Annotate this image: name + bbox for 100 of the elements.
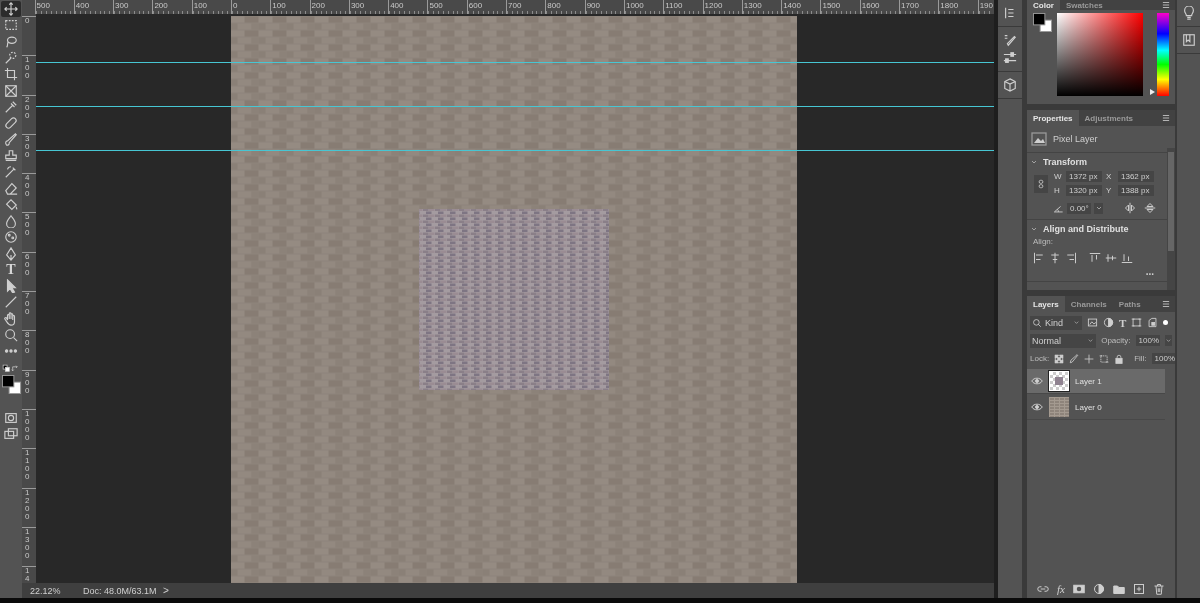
ruler-number: 800 [546, 1, 561, 11]
type-tool[interactable]: T [1, 261, 21, 279]
ruler-number: 1400 [782, 1, 801, 11]
ruler-number: 14 [25, 567, 30, 583]
angle-dropdown[interactable] [1094, 202, 1103, 214]
scrollbar-thumb[interactable] [1168, 152, 1174, 252]
dimension-field[interactable]: 1372 px [1066, 171, 1102, 182]
brush-settings-icon[interactable] [1003, 33, 1017, 47]
chevron-down-icon[interactable] [1030, 225, 1038, 233]
align-icon[interactable] [1033, 252, 1045, 264]
panel-menu-icon[interactable] [1161, 113, 1171, 123]
ruler-number: 1000 [624, 1, 644, 11]
layer-row[interactable]: Layer 1 [1027, 369, 1165, 394]
panel-tab[interactable]: Properties [1027, 110, 1079, 126]
type-filter-button[interactable]: T [1119, 316, 1127, 329]
ruler-number: 1300 [742, 1, 762, 11]
eye-icon[interactable] [1031, 401, 1043, 413]
move-lock-icon[interactable] [1084, 353, 1095, 364]
link-button[interactable] [1034, 174, 1048, 193]
opacity-field[interactable]: 100% [1135, 335, 1160, 346]
library-icon[interactable] [1181, 33, 1196, 47]
ruler-number: 1500 [821, 1, 841, 11]
ruler-number: 400 [25, 174, 30, 199]
fill-label: Fill: [1134, 354, 1147, 363]
panel-menu-icon[interactable] [1161, 299, 1171, 309]
more-options-button[interactable]: ... [1145, 268, 1154, 276]
ruler-number: 600 [467, 1, 483, 11]
align-label: Align: [1032, 236, 1054, 248]
link-icon[interactable] [1037, 583, 1049, 595]
align-icon[interactable] [1105, 252, 1117, 264]
mask-icon [4, 410, 18, 425]
ruler-number: 700 [507, 1, 522, 11]
checker-lock-icon[interactable] [1054, 353, 1065, 364]
ruler-number: 200 [153, 1, 168, 11]
new-layer-icon[interactable] [1132, 583, 1145, 595]
brush-lock-icon[interactable] [1069, 353, 1080, 364]
panel-tab[interactable]: Paths [1112, 296, 1147, 312]
move-tool[interactable] [1, 1, 21, 18]
pointer-icon [4, 279, 18, 294]
filter-dropdown[interactable]: Kind [1030, 315, 1082, 330]
panel-tab[interactable]: Swatches [1059, 0, 1109, 10]
layer-thumbnail [1049, 397, 1069, 417]
align-icon[interactable] [1065, 252, 1077, 264]
panel-tab[interactable]: Color [1027, 0, 1060, 10]
line-icon [4, 295, 18, 310]
trash-icon[interactable] [1152, 583, 1165, 595]
lock-icon[interactable] [1114, 353, 1125, 364]
stamp-icon [4, 148, 18, 163]
align-icon[interactable] [1089, 252, 1101, 264]
ruler-number: 100 [25, 56, 30, 81]
mask-icon[interactable] [1072, 583, 1085, 595]
ruler-number: 190 [978, 1, 993, 11]
align-icon[interactable] [1049, 252, 1061, 264]
hue-slider-thumb[interactable] [1150, 89, 1155, 95]
folder-icon[interactable] [1112, 583, 1125, 595]
artboard-lock-icon[interactable] [1099, 353, 1110, 364]
image-filter-icon[interactable] [1087, 317, 1098, 328]
default-colors-icon[interactable] [2, 363, 11, 373]
dimension-field[interactable]: 1388 px [1118, 185, 1154, 196]
layer-row[interactable]: Layer 0 [1027, 395, 1165, 420]
cube-icon[interactable] [1003, 78, 1017, 92]
half-circle-icon[interactable] [1092, 583, 1105, 595]
flip-vertical-icon[interactable] [1144, 202, 1156, 214]
filter-toggle[interactable] [1163, 320, 1169, 325]
color-spectrum[interactable] [1057, 13, 1143, 96]
ruler-number: 700 [25, 292, 30, 317]
panel-tab[interactable]: Layers [1027, 296, 1065, 312]
panel-tab[interactable]: Channels [1064, 296, 1113, 312]
ruler-number: 0 [232, 1, 238, 11]
status-menu-button[interactable]: > [163, 585, 169, 596]
smart-object-icon[interactable] [1147, 317, 1159, 328]
layer-thumbnail [1049, 371, 1069, 391]
lightbulb-icon[interactable] [1181, 6, 1196, 20]
angle-field[interactable]: 0.00° [1067, 202, 1091, 214]
panel-tab[interactable]: Adjustments [1078, 110, 1140, 126]
dimension-field[interactable]: 1320 px [1066, 185, 1102, 196]
sliders-icon[interactable] [1003, 51, 1017, 65]
layer-style-button[interactable]: fx [1057, 583, 1065, 595]
flip-horizontal-icon[interactable] [1124, 202, 1136, 214]
chevron-down-icon[interactable] [1030, 158, 1038, 166]
ruler-number: 900 [25, 370, 30, 395]
ruler-number: 1600 [860, 1, 880, 11]
eye-icon[interactable] [1031, 375, 1043, 387]
dimension-field[interactable]: 1362 px [1118, 171, 1154, 182]
blend-mode-dropdown[interactable]: Normal [1030, 333, 1097, 348]
color-swatches-icon[interactable] [1033, 13, 1052, 32]
ruler-number: 500 [428, 1, 443, 11]
ruler-number: 1100 [664, 1, 683, 11]
section-title[interactable]: Transform [1043, 157, 1087, 167]
shape-filter-icon[interactable] [1131, 317, 1143, 328]
fill-field[interactable]: 100% [1151, 353, 1176, 364]
swap-colors-icon[interactable] [11, 363, 20, 373]
scrollbar[interactable] [1167, 148, 1175, 290]
color-swatches-icon[interactable] [2, 374, 21, 394]
field-label: X [1106, 172, 1113, 181]
panel-menu-icon[interactable] [1161, 0, 1171, 10]
half-circle-icon[interactable] [1103, 317, 1114, 328]
align-icon[interactable] [1121, 252, 1133, 264]
ruler-number: 600 [25, 252, 30, 277]
section-title[interactable]: Align and Distribute [1043, 224, 1129, 234]
